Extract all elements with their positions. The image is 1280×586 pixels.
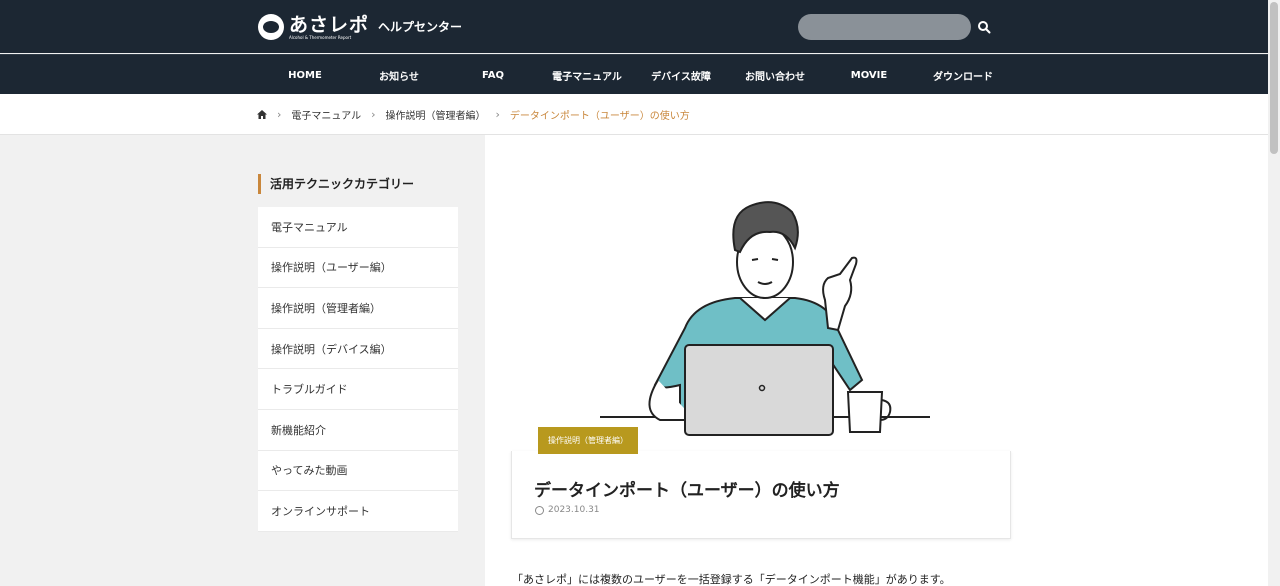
hero-illustration <box>600 201 930 436</box>
post-title: データインポート（ユーザー）の使い方 <box>534 481 840 501</box>
sidebar-item-user-guide[interactable]: 操作説明（ユーザー編） <box>258 247 458 289</box>
top-header: あさレポ Alcohol & Thermometer Report ヘルプセンタ… <box>0 0 1268 53</box>
help-center-title[interactable]: ヘルプセンター <box>378 18 462 35</box>
scrollbar-thumb[interactable] <box>1270 2 1278 154</box>
search-icon[interactable] <box>977 20 991 34</box>
nav-item-faq[interactable]: FAQ <box>446 55 540 95</box>
nav-item-home[interactable]: HOME <box>258 55 352 95</box>
post-date: 2023.10.31 <box>535 505 600 515</box>
clock-icon <box>535 505 544 515</box>
chevron-right-icon: › <box>495 108 500 121</box>
breadcrumb-item-admin[interactable]: 操作説明（管理者編） <box>386 107 486 122</box>
search-input[interactable] <box>798 14 971 40</box>
post-intro: 「あさレポ」には複数のユーザーを一括登録する「データインポート機能」があります。 <box>512 573 951 586</box>
main-nav: HOME お知らせ FAQ 電子マニュアル デバイス故障 お問い合わせ MOVI… <box>0 54 1268 94</box>
nav-item-news[interactable]: お知らせ <box>352 55 446 95</box>
sidebar-title: 活用テクニックカテゴリー <box>258 174 414 194</box>
chevron-right-icon: › <box>277 108 282 121</box>
logo-subtitle: Alcohol & Thermometer Report <box>289 34 352 40</box>
chevron-right-icon: › <box>371 108 376 121</box>
sidebar-item-device-guide[interactable]: 操作説明（デバイス編） <box>258 328 458 370</box>
breadcrumb-current: データインポート（ユーザー）の使い方 <box>509 111 690 122</box>
nav-item-device-failure[interactable]: デバイス故障 <box>634 55 728 95</box>
page-scrollbar[interactable] <box>1268 0 1280 586</box>
category-badge[interactable]: 操作説明（管理者編） <box>538 427 638 454</box>
logo-title: あさレポ <box>289 13 370 36</box>
sidebar-item-online-support[interactable]: オンラインサポート <box>258 491 458 532</box>
nav-item-download[interactable]: ダウンロード <box>916 55 1010 95</box>
sidebar-item-manual[interactable]: 電子マニュアル <box>258 207 458 248</box>
sidebar-item-videos[interactable]: やってみた動画 <box>258 450 458 492</box>
sidebar-item-new-features[interactable]: 新機能紹介 <box>258 409 458 451</box>
sidebar-item-admin-guide[interactable]: 操作説明（管理者編） <box>258 288 458 329</box>
nav-item-movie[interactable]: MOVIE <box>822 55 916 95</box>
home-icon[interactable] <box>257 110 267 119</box>
nav-item-contact[interactable]: お問い合わせ <box>728 55 822 95</box>
sidebar-category-list: 電子マニュアル 操作説明（ユーザー編） 操作説明（管理者編） 操作説明（デバイス… <box>258 207 458 532</box>
nav-item-manual[interactable]: 電子マニュアル <box>540 55 634 95</box>
site-logo[interactable]: あさレポ Alcohol & Thermometer Report <box>258 13 369 41</box>
breadcrumb-item-manual[interactable]: 電子マニュアル <box>291 107 361 122</box>
post-date-text: 2023.10.31 <box>548 505 600 515</box>
sidebar-item-trouble-guide[interactable]: トラブルガイド <box>258 369 458 410</box>
breadcrumb: › 電子マニュアル › 操作説明（管理者編） › データインポート（ユーザー）の… <box>0 94 1268 135</box>
logo-mark-icon <box>258 14 284 40</box>
